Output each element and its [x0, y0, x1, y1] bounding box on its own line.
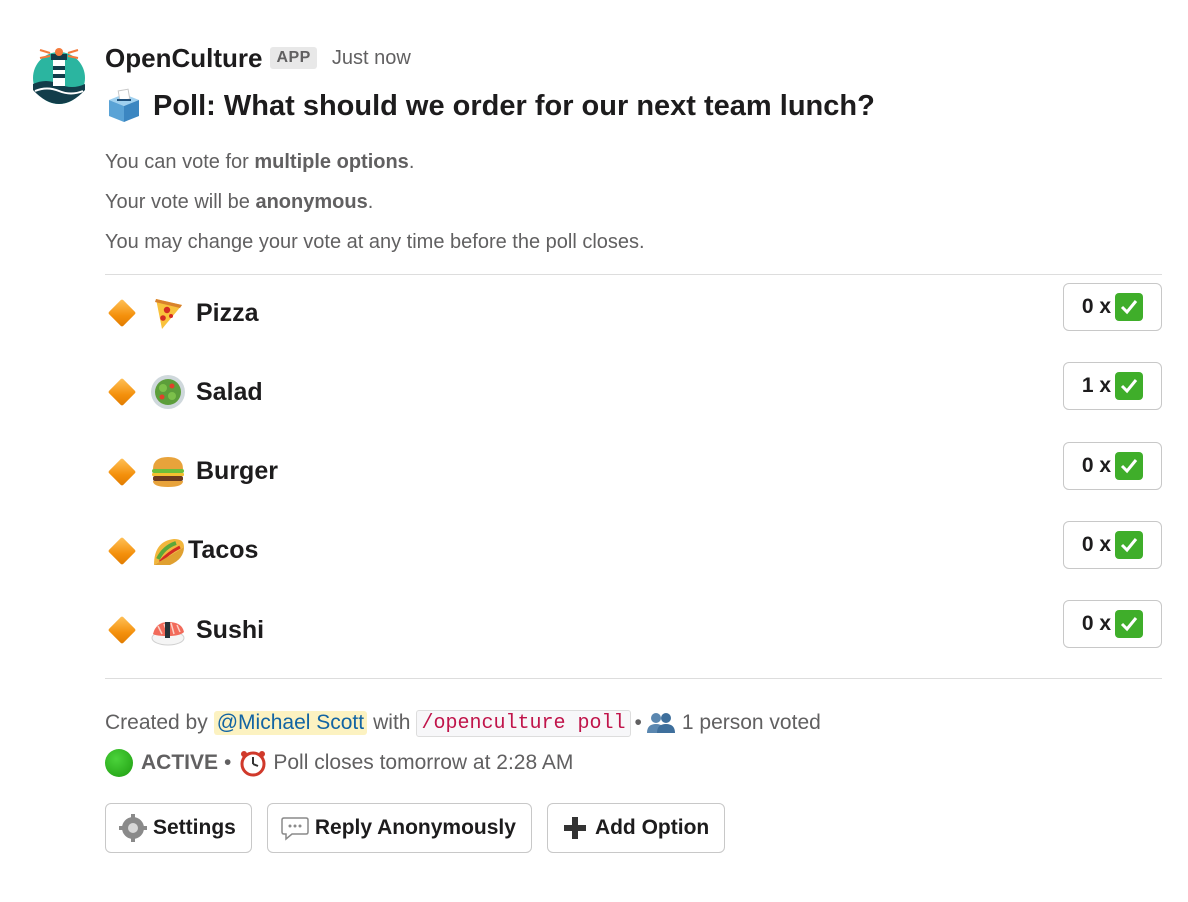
green-circle-icon — [105, 749, 133, 778]
ballot-box-icon — [109, 88, 139, 122]
vote-summary: 1 person voted — [681, 711, 821, 735]
check-mark-icon — [1115, 610, 1144, 639]
option-label: Tacos — [188, 536, 259, 565]
vote-count: 0 x — [1081, 612, 1112, 636]
poll-title: Poll: What should we order for our next … — [153, 89, 875, 122]
app-badge: APP — [270, 47, 317, 69]
option-content: Burger — [105, 454, 278, 490]
add-option-label: Add Option — [594, 816, 710, 840]
plus-icon — [563, 817, 586, 840]
poll-description-anonymous: Your vote will be anonymous. — [105, 182, 1162, 222]
gear-icon — [119, 814, 147, 843]
poll-options: Pizza 0 x Salad 1 x Burger 0 x Tacos 0 x… — [105, 283, 1162, 679]
option-content: Salad — [105, 374, 263, 410]
vote-count: 0 x — [1081, 295, 1112, 318]
check-mark-icon — [1115, 372, 1144, 401]
vote-button-pizza[interactable]: 0 x — [1063, 283, 1162, 331]
bullet-separator: • — [634, 711, 642, 735]
reply-anonymously-label: Reply Anonymously — [314, 816, 516, 840]
vote-button-burger[interactable]: 0 x — [1063, 441, 1162, 490]
desc-bold: anonymous — [255, 191, 368, 213]
vote-count: 1 x — [1081, 374, 1112, 398]
settings-button[interactable]: Settings — [105, 803, 252, 854]
option-label: Sushi — [196, 615, 265, 644]
vote-button-sushi[interactable]: 0 x — [1063, 600, 1162, 649]
app-name[interactable]: OpenCulture — [105, 43, 262, 74]
poll-description-change: You may change your vote at any time bef… — [105, 231, 645, 253]
with-label: with — [373, 711, 411, 735]
burger-icon — [152, 456, 184, 487]
message-content: OpenCulture APP Just now Poll: What shou… — [105, 38, 1162, 854]
vote-button-tacos[interactable]: 0 x — [1063, 520, 1162, 569]
people-icon — [646, 713, 675, 734]
poll-option: Salad 1 x — [105, 362, 1162, 441]
timestamp[interactable]: Just now — [332, 47, 411, 70]
poll-creator-line: Created by @Michael Scott with /opencult… — [105, 703, 1162, 743]
vote-count: 0 x — [1081, 453, 1112, 477]
poll-title-row: Poll: What should we order for our next … — [105, 86, 1162, 126]
check-mark-icon — [1115, 293, 1144, 321]
desc-text: You can vote for — [105, 151, 255, 173]
vote-count: 0 x — [1081, 532, 1112, 556]
poll-actions: Settings Reply Anonymously Add Option — [105, 803, 1162, 854]
desc-text: Your vote will be — [105, 191, 256, 213]
orange-diamond-icon — [107, 616, 137, 645]
slash-command: /openculture poll — [416, 709, 631, 737]
vote-button-salad[interactable]: 1 x — [1063, 362, 1162, 411]
check-mark-icon — [1115, 530, 1144, 559]
option-content: Tacos — [105, 533, 258, 569]
created-by-label: Created by — [105, 711, 208, 735]
desc-text: . — [367, 191, 374, 213]
settings-label: Settings — [153, 816, 236, 840]
speech-bubble-icon — [281, 817, 309, 842]
check-mark-icon — [1115, 451, 1144, 480]
alarm-clock-icon — [240, 751, 266, 777]
option-label: Burger — [196, 457, 278, 486]
sushi-icon — [151, 622, 185, 646]
option-content: Pizza — [105, 295, 259, 331]
message-header: OpenCulture APP Just now — [105, 38, 1162, 78]
poll-option: Tacos 0 x — [105, 520, 1162, 600]
option-content: Sushi — [105, 612, 264, 648]
reply-anonymously-button[interactable]: Reply Anonymously — [266, 803, 532, 854]
divider — [105, 274, 1162, 275]
bullet-separator: • — [224, 751, 232, 775]
orange-diamond-icon — [107, 298, 137, 328]
orange-diamond-icon — [107, 536, 137, 566]
poll-message: OpenCulture APP Just now Poll: What shou… — [0, 0, 1188, 902]
poll-status-line: ACTIVE • Poll closes tomorrow at 2:28 AM — [105, 743, 1162, 783]
poll-option: Sushi 0 x — [105, 600, 1162, 679]
desc-bold: multiple options — [254, 151, 409, 173]
status-label: ACTIVE — [141, 751, 219, 775]
add-option-button[interactable]: Add Option — [546, 803, 726, 854]
user-mention[interactable]: @Michael Scott — [213, 711, 368, 736]
taco-icon — [154, 538, 184, 565]
poll-description-multiple: You can vote for multiple options. — [105, 142, 1162, 182]
option-label: Pizza — [196, 298, 259, 327]
orange-diamond-icon — [107, 457, 137, 486]
orange-diamond-icon — [107, 378, 137, 407]
openculture-logo-avatar[interactable] — [32, 44, 86, 106]
pizza-icon — [155, 299, 182, 329]
poll-option: Burger 0 x — [105, 441, 1162, 521]
poll-close-time: Poll closes tomorrow at 2:28 AM — [273, 751, 574, 775]
salad-icon — [151, 375, 185, 410]
option-label: Salad — [196, 377, 263, 406]
poll-option: Pizza 0 x — [105, 283, 1162, 362]
desc-text: . — [408, 151, 415, 173]
